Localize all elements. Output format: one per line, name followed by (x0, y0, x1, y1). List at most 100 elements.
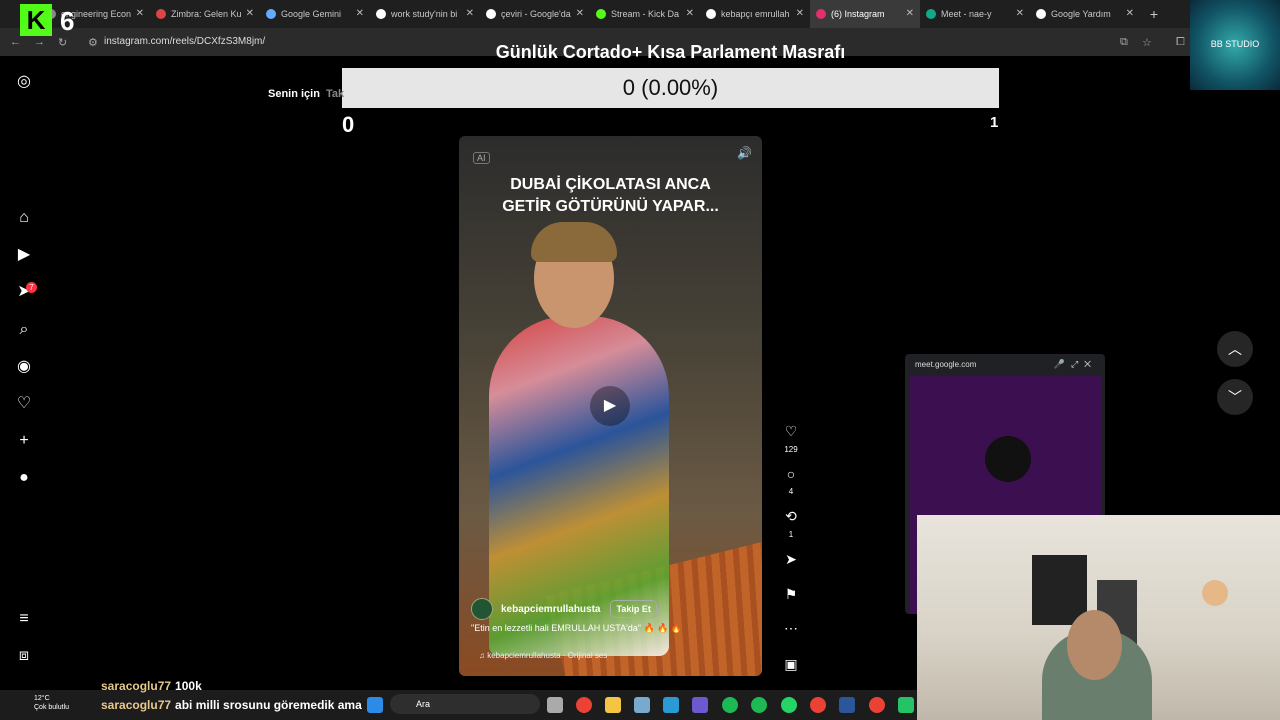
instagram-logo-icon[interactable]: ◎ (14, 72, 34, 92)
meet-controls[interactable]: 🎤⤢✕ (1054, 359, 1097, 370)
chat-message: saracoglu77 100k (101, 679, 202, 693)
install-icon[interactable]: ⧉ (1120, 36, 1128, 49)
tab-close-icon[interactable]: ✕ (356, 8, 364, 19)
goal-max-value: 1 (990, 114, 999, 131)
explore-icon[interactable]: ◉ (14, 357, 34, 377)
profile-avatar[interactable]: ● (14, 468, 34, 488)
tab-favicon-icon (266, 9, 276, 19)
task-view-icon[interactable] (547, 697, 563, 713)
notification-badge: 7 (26, 282, 37, 293)
save-icon[interactable]: ⚑ (780, 586, 802, 603)
reload-icon[interactable]: ↻ (58, 36, 67, 49)
play-button[interactable]: ▶ (590, 386, 630, 426)
edge-icon[interactable] (663, 697, 679, 713)
home-icon[interactable]: ⌂ (14, 208, 34, 228)
browser-tab[interactable]: work study'nin bi ✕ (370, 0, 480, 28)
browser-tab[interactable]: Google Gemini ✕ (260, 0, 370, 28)
meet-domain: meet.google.com (915, 359, 977, 369)
tab-close-icon[interactable]: ✕ (796, 8, 804, 19)
tab-favicon-icon (596, 9, 606, 19)
tab-close-icon[interactable]: ✕ (466, 8, 474, 19)
browser-tab[interactable]: Zimbra: Gelen Ku ✕ (150, 0, 260, 28)
tab-close-icon[interactable]: ✕ (686, 8, 694, 19)
goal-progress-bar: 0 (0.00%) (342, 68, 999, 108)
repost-count: 1 (788, 530, 794, 539)
chrome-icon[interactable] (576, 697, 592, 713)
chrome-alt-icon[interactable] (810, 697, 826, 713)
reel-caption: DUBAİ ÇİKOLATASI ANCA GETİR GÖTÜRÜNÜ YAP… (502, 176, 719, 215)
volume-icon[interactable]: 🔊 (737, 146, 752, 160)
create-icon[interactable]: + (14, 431, 34, 451)
heart-icon[interactable]: ♡ (14, 394, 34, 414)
tab-favicon-icon (376, 9, 386, 19)
weather-widget[interactable]: 12°C Çok bulutlu (34, 694, 69, 712)
next-reel-button[interactable]: ﹀ (1217, 379, 1253, 415)
threads-icon[interactable]: ⧈ (14, 646, 34, 666)
bookmark-star-icon[interactable]: ☆ (1142, 36, 1152, 49)
streamer-head (1067, 610, 1122, 680)
taskbar-search[interactable]: Ara (390, 694, 540, 714)
more-options-icon[interactable]: ⋯ (780, 620, 802, 637)
spotify-icon[interactable] (722, 697, 738, 713)
author-username[interactable]: kebapciemrullahusta (501, 604, 600, 615)
reels-icon[interactable]: ▶ (14, 245, 34, 265)
follow-button[interactable]: Takip Et (610, 600, 657, 618)
browser-tab-bar: engineering Econ ✕ Zimbra: Gelen Ku ✕ Goog… (0, 0, 1280, 28)
author-avatar[interactable] (471, 598, 493, 620)
kick-logo: K (20, 4, 52, 36)
app-icon[interactable] (634, 697, 650, 713)
browser-tab[interactable]: Meet - nae-y ✕ (920, 0, 1030, 28)
tab-favicon-icon (926, 9, 936, 19)
goal-min-value: 0 (342, 112, 355, 137)
tab-favicon-icon (486, 9, 496, 19)
windows-start-icon[interactable] (367, 697, 383, 713)
new-tab-button[interactable]: + (1140, 6, 1168, 22)
tab-favicon-icon (816, 9, 826, 19)
reel-description[interactable]: "Etin en lezzetli hali EMRULLAH USTA'da"… (471, 623, 682, 634)
tab-close-icon[interactable]: ✕ (576, 8, 584, 19)
file-explorer-icon[interactable] (605, 697, 621, 713)
reel-author: kebapciemrullahusta Takip Et (471, 598, 657, 620)
whatsapp-icon[interactable] (781, 697, 797, 713)
previous-reel-button[interactable]: ︿ (1217, 331, 1253, 367)
word-icon[interactable] (839, 697, 855, 713)
taskbar-app-icon[interactable] (898, 697, 914, 713)
like-icon[interactable]: ♡ (780, 423, 802, 440)
chrome-profile-icon[interactable] (869, 697, 885, 713)
reel-audio[interactable]: ♫ kebapciemrullahusta · Orijinal ses (479, 651, 607, 660)
tab-close-icon[interactable]: ✕ (1016, 8, 1024, 19)
audio-thumbnail-icon[interactable]: ▣ (780, 656, 802, 673)
browser-tab[interactable]: Google Yardım ✕ (1030, 0, 1140, 28)
spotify-alt-icon[interactable] (751, 697, 767, 713)
chat-message: saracoglu77 abi milli srosunu göremedik a… (101, 698, 362, 712)
browser-tab[interactable]: kebapçı emrullah ✕ (700, 0, 810, 28)
browser-tab[interactable]: çeviri - Google'da ✕ (480, 0, 590, 28)
tab-close-icon[interactable]: ✕ (906, 8, 914, 19)
tab-close-icon[interactable]: ✕ (246, 8, 254, 19)
reel-video[interactable]: AI 🔊 DUBAİ ÇİKOLATASI ANCA GETİR GÖTÜRÜN… (459, 136, 762, 676)
extensions-icon[interactable]: ⧠ (1176, 36, 1185, 49)
share-icon[interactable]: ➤ (780, 551, 802, 568)
tab-close-icon[interactable]: ✕ (1126, 8, 1134, 19)
browser-tab[interactable]: engineering Econ ✕ (40, 0, 150, 28)
forward-icon[interactable]: → (34, 36, 45, 48)
url-field[interactable]: instagram.com/reels/DCXfzS3M8jm/ (104, 36, 265, 47)
overlay-title: Günlük Cortado+ Kısa Parlament Masrafı (495, 42, 846, 62)
bb-studio-logo: BB STUDIO (1190, 0, 1280, 90)
search-icon[interactable]: ⌕ (14, 320, 34, 340)
site-info-icon[interactable]: ⚙ (88, 36, 98, 49)
tab-favicon-icon (1036, 9, 1046, 19)
tab-for-you[interactable]: Senin için (268, 88, 320, 100)
back-icon[interactable]: ← (10, 36, 21, 48)
tab-following[interactable]: Tak (326, 88, 344, 100)
repost-icon[interactable]: ⟲ (780, 508, 802, 525)
browser-tab[interactable]: Stream - Kick Da ✕ (590, 0, 700, 28)
browser-tab-active[interactable]: (6) Instagram ✕ (810, 0, 920, 28)
webcam-lamp (1202, 580, 1228, 606)
store-icon[interactable] (692, 697, 708, 713)
webcam-overlay (917, 515, 1280, 720)
comment-icon[interactable]: ○ (780, 466, 802, 482)
comment-count: 4 (788, 487, 794, 496)
menu-icon[interactable]: ≡ (14, 609, 34, 629)
tab-close-icon[interactable]: ✕ (136, 8, 144, 19)
